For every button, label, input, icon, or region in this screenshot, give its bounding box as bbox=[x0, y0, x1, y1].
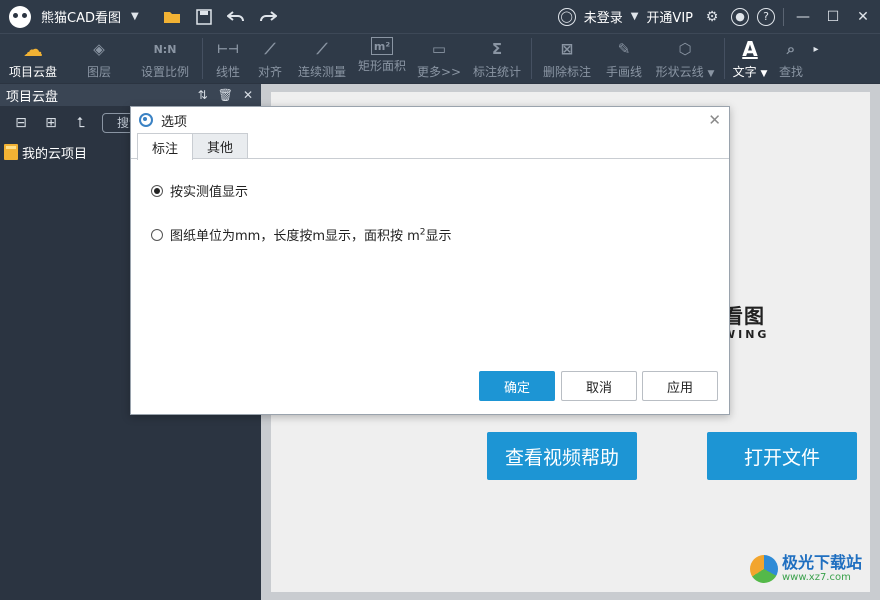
save-icon[interactable] bbox=[193, 6, 215, 28]
help-icon[interactable]: ? bbox=[757, 7, 775, 26]
main-toolbar: ☁ 项目云盘 ◈ 图层 N:N 设置比例 ⊢⊣ 线性 ⟋ 对齐 ⟋ 连续测量 m… bbox=[0, 33, 880, 83]
redo-icon[interactable] bbox=[257, 6, 279, 28]
user-icon[interactable]: ◯ bbox=[557, 7, 576, 26]
more-icon: ▭ bbox=[431, 40, 447, 58]
cloud-icon: ☁ bbox=[23, 37, 43, 61]
tool-rect-area[interactable]: m² 矩形面积 bbox=[353, 34, 411, 83]
watermark: 极光下载站 www.xz7.com bbox=[749, 553, 862, 584]
tool-find[interactable]: ⌕ 查找 bbox=[771, 34, 811, 83]
tab-other[interactable]: 其他 bbox=[192, 133, 249, 158]
add-folder-icon[interactable]: ⊞ bbox=[42, 114, 60, 132]
app-logo-icon bbox=[9, 5, 31, 28]
dialog-title-bar: 选项 ✕ bbox=[131, 107, 729, 133]
toolbar-scroll-right[interactable]: ▸ bbox=[811, 34, 821, 83]
maximize-icon[interactable]: ☐ bbox=[822, 6, 844, 28]
dialog-tabs: 标注 其他 bbox=[131, 133, 729, 160]
chevron-down-icon[interactable]: ▼ bbox=[631, 11, 639, 22]
undo-icon[interactable] bbox=[225, 6, 247, 28]
settings-icon[interactable]: ⚙ bbox=[701, 6, 723, 28]
sync-icon[interactable]: ⇅ bbox=[198, 88, 208, 102]
ok-button[interactable]: 确定 bbox=[479, 371, 555, 401]
tool-annotation-stats[interactable]: Σ 标注统计 bbox=[467, 34, 527, 83]
cancel-button[interactable]: 取消 bbox=[561, 371, 637, 401]
chevron-down-icon: ▼ bbox=[760, 69, 768, 79]
separator bbox=[531, 38, 532, 79]
radio-button-checked[interactable] bbox=[151, 184, 163, 197]
layers-icon: ◈ bbox=[93, 40, 105, 58]
options-dialog: 选项 ✕ 标注 其他 按实测值显示 图纸单位为mm，长度按m显示，面积按 m2显… bbox=[130, 106, 730, 415]
dialog-title: 选项 bbox=[161, 114, 188, 130]
trash-icon[interactable]: 🗑 bbox=[218, 88, 233, 102]
video-help-button[interactable]: 查看视频帮助 bbox=[487, 432, 637, 480]
option-mm-units-label: 图纸单位为mm，长度按m显示，面积按 m2显示 bbox=[170, 227, 452, 244]
vip-link[interactable]: 开通VIP bbox=[646, 7, 693, 26]
separator bbox=[202, 38, 203, 79]
radio-button[interactable] bbox=[151, 228, 163, 241]
option-actual-value[interactable]: 按实测值显示 bbox=[151, 181, 248, 200]
separator bbox=[724, 38, 725, 79]
tool-delete-annotation[interactable]: ⊠ 删除标注 bbox=[536, 34, 598, 83]
option-mm-units[interactable]: 图纸单位为mm，长度按m显示，面积按 m2显示 bbox=[151, 225, 452, 244]
tool-layers[interactable]: ◈ 图层 bbox=[66, 34, 132, 83]
watermark-url: www.xz7.com bbox=[781, 572, 851, 583]
tool-set-scale[interactable]: N:N 设置比例 bbox=[132, 34, 198, 83]
tool-freehand[interactable]: ✎ 手画线 bbox=[598, 34, 650, 83]
upload-icon[interactable]: ⮤ bbox=[72, 114, 90, 132]
tree-item-label: 我的云项目 bbox=[22, 146, 88, 162]
close-icon[interactable]: ✕ bbox=[708, 111, 721, 129]
minimize-icon[interactable]: — bbox=[792, 6, 814, 28]
watermark-title: 极光下载站 bbox=[781, 553, 862, 572]
rect-area-icon: m² bbox=[371, 37, 393, 55]
text-icon: A bbox=[742, 37, 758, 61]
gear-icon bbox=[139, 113, 153, 127]
tool-more[interactable]: ▭ 更多>> bbox=[411, 34, 467, 83]
freehand-icon: ✎ bbox=[617, 40, 631, 58]
close-icon[interactable]: ✕ bbox=[243, 88, 253, 102]
tool-linear[interactable]: ⊢⊣ 线性 bbox=[207, 34, 249, 83]
find-icon: ⌕ bbox=[786, 40, 796, 58]
folder-icon[interactable] bbox=[161, 6, 183, 28]
chevron-down-icon[interactable]: ▼ bbox=[131, 11, 139, 22]
shape-cloud-icon: ⬡ bbox=[678, 40, 692, 58]
folder-icon bbox=[4, 144, 18, 160]
sidebar-title: 项目云盘 bbox=[6, 89, 59, 105]
open-file-button[interactable]: 打开文件 bbox=[707, 432, 857, 480]
stats-icon: Σ bbox=[491, 40, 503, 58]
delete-annotation-icon: ⊠ bbox=[560, 40, 574, 58]
chevron-right-icon: ▸ bbox=[813, 43, 819, 55]
app-title: 熊猫CAD看图 bbox=[41, 11, 121, 26]
sidebar-header: 项目云盘 ⇅ 🗑 ✕ bbox=[0, 84, 261, 106]
scale-icon: N:N bbox=[153, 42, 177, 56]
watermark-logo-icon bbox=[749, 555, 778, 583]
tool-align[interactable]: ⟋ 对齐 bbox=[249, 34, 291, 83]
tool-shape-cloud[interactable]: ⬡ 形状云线 ▼ bbox=[650, 34, 720, 83]
login-link[interactable]: 未登录 bbox=[584, 7, 623, 26]
close-icon[interactable]: ✕ bbox=[852, 6, 874, 28]
apply-button[interactable]: 应用 bbox=[642, 371, 718, 401]
separator bbox=[783, 7, 784, 26]
option-actual-value-label: 按实测值显示 bbox=[170, 185, 249, 200]
linear-measure-icon: ⊢⊣ bbox=[217, 42, 239, 56]
chevron-down-icon: ▼ bbox=[707, 69, 715, 79]
tool-project-cloud[interactable]: ☁ 项目云盘 bbox=[0, 34, 66, 83]
continuous-measure-icon: ⟋ bbox=[316, 40, 328, 58]
title-bar: 熊猫CAD看图 ▼ ◯ 未登录 ▼ 开通VIP ⚙ ● ? — ☐ ✕ bbox=[0, 0, 880, 33]
bell-icon[interactable]: ● bbox=[731, 7, 749, 26]
tool-text[interactable]: A 文字 ▼ bbox=[729, 34, 771, 83]
tab-annotation[interactable]: 标注 bbox=[137, 133, 194, 160]
new-file-icon[interactable]: ⊟ bbox=[12, 114, 30, 132]
tool-continuous-measure[interactable]: ⟋ 连续测量 bbox=[291, 34, 353, 83]
align-measure-icon: ⟋ bbox=[264, 40, 276, 58]
